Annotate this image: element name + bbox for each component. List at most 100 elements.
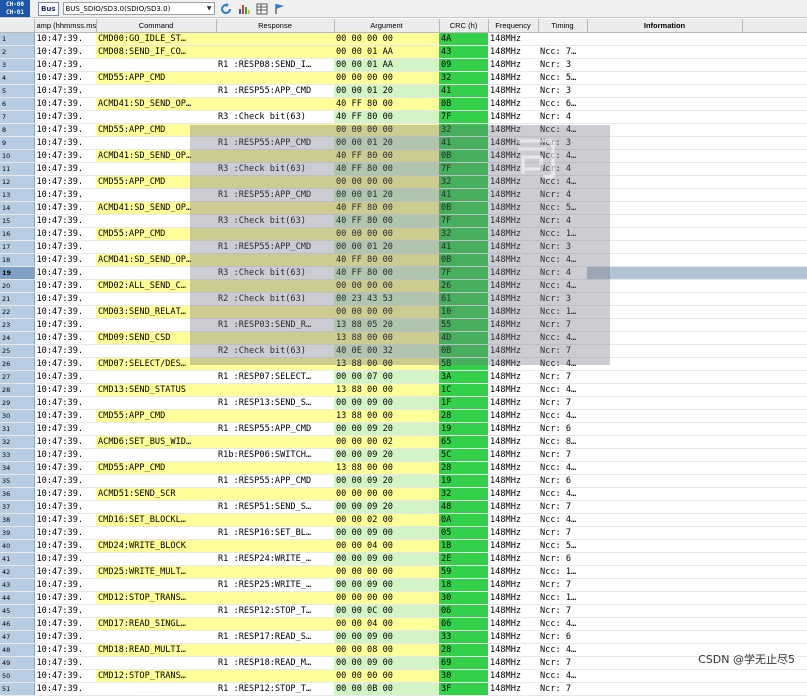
table-row[interactable]: 25 10:47:39. R2 :Check bit(63) 40 0E 00 32 0… <box>0 344 807 358</box>
table-row[interactable]: 27 10:47:39. R1 :RESP07:SELECT… 00 00 07 00… <box>0 370 807 384</box>
information-cell <box>587 110 742 124</box>
table-row[interactable]: 23 10:47:39. R1 :RESP03:SEND_R… 13 88 05 20… <box>0 318 807 332</box>
table-row[interactable]: 32 10:47:39. ACMD6:SET_BUS_WID… 00 00 00 02… <box>0 435 807 449</box>
table-row[interactable]: 34 10:47:39. CMD55:APP_CMD 13 88 00 00 28 148… <box>0 461 807 475</box>
table-row[interactable]: 45 10:47:39. R1 :RESP12:STOP_T… 00 00 0C 00… <box>0 604 807 618</box>
command-cell: ACMD41:SD_SEND_OP… <box>96 201 216 215</box>
table-row[interactable]: 39 10:47:39. R1 :RESP16:SET_BL… 00 00 09 00… <box>0 526 807 540</box>
table-row[interactable]: 22 10:47:39. CMD03:SEND_RELAT… 00 00 00 00 1… <box>0 305 807 319</box>
table-row[interactable]: 10 10:47:39. ACMD41:SD_SEND_OP… 40 FF 80 00… <box>0 149 807 163</box>
refresh-icon[interactable] <box>219 2 233 16</box>
timestamp-column-header[interactable]: amp (hhmmss.ms <box>34 19 97 33</box>
timing-cell: Ncc: 4… <box>538 513 587 527</box>
table-row[interactable]: 29 10:47:39. R1 :RESP13:SEND_S… 00 00 09 00… <box>0 396 807 410</box>
table-row[interactable]: 18 10:47:39. ACMD41:SD_SEND_OP… 40 FF 80 00… <box>0 253 807 267</box>
row-index: 47 <box>0 630 35 644</box>
table-row[interactable]: 31 10:47:39. R1 :RESP55:APP_CMD 00 00 09 20… <box>0 422 807 436</box>
table-row[interactable]: 8 10:47:39. CMD55:APP_CMD 00 00 00 00 32 148M… <box>0 123 807 137</box>
table-row[interactable]: 16 10:47:39. CMD55:APP_CMD 00 00 00 00 32 148… <box>0 227 807 241</box>
row-index: 8 <box>0 123 35 137</box>
command-cell: CMD55:APP_CMD <box>96 71 216 85</box>
table-row[interactable]: 38 10:47:39. CMD16:SET_BLOCKL… 00 00 02 00 0… <box>0 513 807 527</box>
table-row[interactable]: 51 10:47:39. R1 :RESP12:STOP_T… 00 00 0B 00… <box>0 682 807 696</box>
bar-chart-icon[interactable] <box>237 2 251 16</box>
table-row[interactable]: 7 10:47:39. R3 :Check bit(63) 40 FF 80 00 7F… <box>0 110 807 124</box>
table-row[interactable]: 48 10:47:39. CMD18:READ_MULTI… 00 00 08 00 2… <box>0 643 807 657</box>
grid-icon[interactable] <box>255 2 269 16</box>
table-row[interactable]: 37 10:47:39. R1 :RESP51:SEND_S… 00 00 09 20… <box>0 500 807 514</box>
timing-cell: Ncc: 4… <box>538 123 587 137</box>
table-row[interactable]: 1 10:47:39. CMD00:GO_IDLE_ST… 00 00 00 00 4A… <box>0 32 807 46</box>
timing-column-header[interactable]: Timing <box>538 19 588 33</box>
command-column-header[interactable]: Command <box>96 19 217 33</box>
table-row[interactable]: 4 10:47:39. CMD55:APP_CMD 00 00 00 00 32 148M… <box>0 71 807 85</box>
bus-path-select[interactable]: BUS_SDIO/SD3.0(SDIO/SD3.0) ▼ <box>62 2 215 15</box>
command-cell: ACMD6:SET_BUS_WID… <box>96 435 216 449</box>
table-row[interactable]: 41 10:47:39. R1 :RESP24:WRITE_… 00 00 09 00… <box>0 552 807 566</box>
information-cell <box>587 97 742 111</box>
table-row[interactable]: 24 10:47:39. CMD09:SEND_CSD 13 88 00 00 4D 14… <box>0 331 807 345</box>
table-row[interactable]: 47 10:47:39. R1 :RESP17:READ_S… 00 00 09 00… <box>0 630 807 644</box>
table-row[interactable]: 12 10:47:39. CMD55:APP_CMD 00 00 00 00 32 148… <box>0 175 807 189</box>
frequency-cell: 148MHz <box>488 45 538 59</box>
table-row[interactable]: 40 10:47:39. CMD24:WRITE_BLOCK 00 00 04 00 1… <box>0 539 807 553</box>
table-row[interactable]: 36 10:47:39. ACMD51:SEND_SCR 00 00 00 00 32 1… <box>0 487 807 501</box>
timing-cell: Ncc: 5… <box>538 71 587 85</box>
extra-cell <box>742 396 807 410</box>
information-cell <box>587 123 742 137</box>
argument-cell: 00 00 02 00 <box>334 513 439 527</box>
table-row[interactable]: 28 10:47:39. CMD13:SEND_STATUS 13 88 00 00 1… <box>0 383 807 397</box>
table-row[interactable]: 15 10:47:39. R3 :Check bit(63) 40 FF 80 00 7… <box>0 214 807 228</box>
table-row[interactable]: 33 10:47:39. R1b:RESP06:SWITCH… 00 00 09 20… <box>0 448 807 462</box>
command-cell <box>96 136 216 150</box>
table-row[interactable]: 49 10:47:39. R1 :RESP18:READ_M… 00 00 09 00… <box>0 656 807 670</box>
information-cell <box>587 448 742 462</box>
table-row[interactable]: 5 10:47:39. R1 :RESP55:APP_CMD 00 00 01 20 4… <box>0 84 807 98</box>
frequency-column-header[interactable]: Frequency <box>488 19 539 33</box>
table-row[interactable]: 14 10:47:39. ACMD41:SD_SEND_OP… 40 FF 80 00… <box>0 201 807 215</box>
row-index: 28 <box>0 383 35 397</box>
table-row[interactable]: 26 10:47:39. CMD07:SELECT/DES… 13 88 00 00 5… <box>0 357 807 371</box>
timing-cell: Ncr: 3 <box>538 240 587 254</box>
table-row[interactable]: 19 10:47:39. R3 :Check bit(63) 40 FF 80 00 7… <box>0 266 807 280</box>
flag-icon[interactable] <box>273 2 287 16</box>
frequency-cell: 148MHz <box>488 565 538 579</box>
table-row[interactable]: 2 10:47:39. CMD08:SEND_IF_CO… 00 00 01 AA 43… <box>0 45 807 59</box>
table-row[interactable]: 46 10:47:39. CMD17:READ_SINGL… 00 00 04 00 0… <box>0 617 807 631</box>
crc-cell: 41 <box>439 240 488 254</box>
table-row[interactable]: 13 10:47:39. R1 :RESP55:APP_CMD 00 00 01 20… <box>0 188 807 202</box>
timing-cell: Ncr: 4 <box>538 266 587 280</box>
crc-column-header[interactable]: CRC (h) <box>439 19 489 33</box>
command-cell <box>96 552 216 566</box>
crc-cell: 59 <box>439 565 488 579</box>
table-row[interactable]: 30 10:47:39. CMD55:APP_CMD 13 88 00 00 28 148… <box>0 409 807 423</box>
channel-bottom-label: CH-01 <box>5 8 25 16</box>
information-column-header[interactable]: Information <box>587 19 743 33</box>
channel-selector[interactable]: CH-00 CH-01 <box>0 0 30 17</box>
bus-button[interactable]: Bus <box>38 1 59 16</box>
response-column-header[interactable]: Response <box>216 19 335 33</box>
extra-cell <box>742 149 807 163</box>
table-row[interactable]: 43 10:47:39. R1 :RESP25:WRITE_… 00 00 09 00… <box>0 578 807 592</box>
trace-table: amp (hhmmss.ms Command Response Argument… <box>0 19 807 696</box>
frequency-cell: 148MHz <box>488 240 538 254</box>
command-cell <box>96 604 216 618</box>
table-row[interactable]: 3 10:47:39. R1 :RESP08:SEND_I… 00 00 01 AA 0… <box>0 58 807 72</box>
argument-cell: 00 00 00 00 <box>334 669 439 683</box>
table-row[interactable]: 35 10:47:39. R1 :RESP55:APP_CMD 00 00 09 20… <box>0 474 807 488</box>
table-row[interactable]: 50 10:47:39. CMD12:STOP_TRANS… 00 00 00 00 3… <box>0 669 807 683</box>
table-row[interactable]: 21 10:47:39. R2 :Check bit(63) 00 23 43 53 6… <box>0 292 807 306</box>
table-row[interactable]: 9 10:47:39. R1 :RESP55:APP_CMD 00 00 01 20 4… <box>0 136 807 150</box>
response-cell <box>216 175 334 189</box>
timestamp-cell: 10:47:39. <box>34 279 96 293</box>
table-row[interactable]: 11 10:47:39. R3 :Check bit(63) 40 FF 80 00 7… <box>0 162 807 176</box>
table-row[interactable]: 42 10:47:39. CMD25:WRITE_MULT… 00 00 00 00 5… <box>0 565 807 579</box>
timestamp-cell: 10:47:39. <box>34 305 96 319</box>
response-cell <box>216 591 334 605</box>
table-row[interactable]: 44 10:47:39. CMD12:STOP_TRANS… 00 00 00 00 3… <box>0 591 807 605</box>
table-row[interactable]: 20 10:47:39. CMD02:ALL_SEND_C… 00 00 00 00 2… <box>0 279 807 293</box>
argument-column-header[interactable]: Argument <box>334 19 440 33</box>
table-row[interactable]: 6 10:47:39. ACMD41:SD_SEND_OP… 40 FF 80 00 0… <box>0 97 807 111</box>
table-row[interactable]: 17 10:47:39. R1 :RESP55:APP_CMD 00 00 01 20… <box>0 240 807 254</box>
timestamp-cell: 10:47:39. <box>34 84 96 98</box>
